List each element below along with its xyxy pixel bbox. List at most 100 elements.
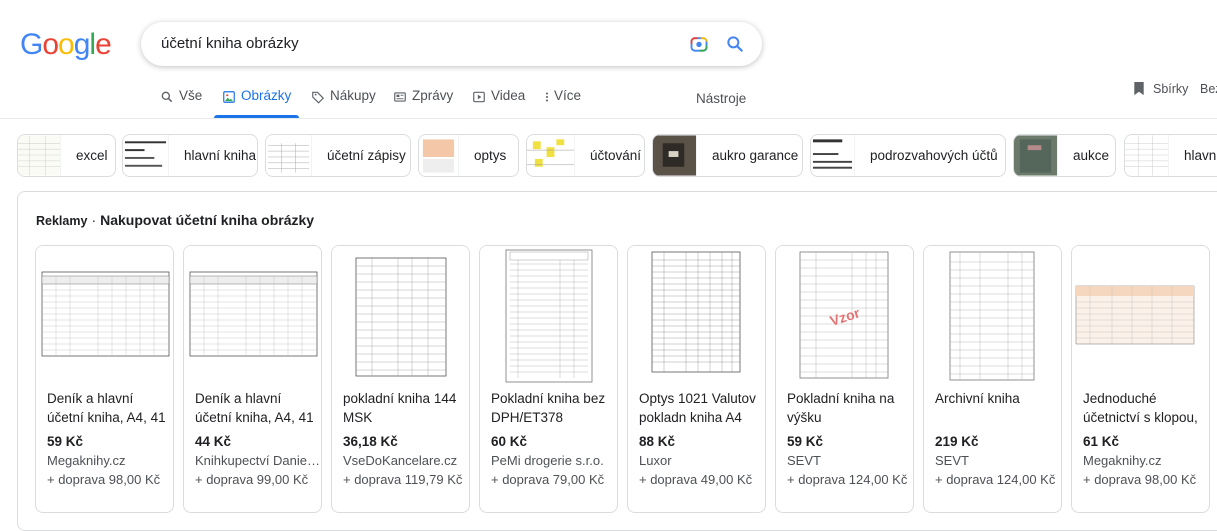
logo-letter: e: [95, 28, 112, 61]
chip-thumbnail: [1014, 135, 1058, 176]
product-card[interactable]: Archivní kniha 219 Kč SEVT + doprava 124…: [923, 245, 1062, 513]
chip-thumbnail: [527, 135, 575, 176]
magnifier-icon[interactable]: [725, 34, 745, 54]
tab-all[interactable]: Vše: [160, 88, 202, 118]
tab-label: Nákupy: [330, 88, 376, 103]
chip-label: aukro garance: [712, 148, 799, 163]
product-price: 36,18 Kč: [343, 434, 398, 449]
tab-label: Videa: [491, 88, 526, 103]
tab-label: Zprávy: [412, 88, 454, 103]
product-image: [36, 246, 173, 385]
product-price: 60 Kč: [491, 434, 528, 449]
chip-hlavni-u[interactable]: hlavní u: [1124, 134, 1217, 177]
logo-letter: g: [73, 28, 91, 61]
news-icon: [394, 92, 406, 102]
product-image: [1072, 246, 1209, 385]
product-shipping: + doprava 119,79 Kč: [343, 472, 463, 487]
product-image: [924, 246, 1061, 385]
chip-ucetni-zapisy[interactable]: účetní zápisy: [265, 134, 411, 177]
chip-thumbnail: [811, 135, 855, 176]
chip-thumbnail: [123, 135, 169, 176]
product-title: Pokladní kniha na výšku: [787, 391, 895, 425]
chip-label: hlavní kniha: [184, 148, 257, 163]
chip-thumbnail: [653, 135, 697, 176]
product-card[interactable]: pokladní kniha 144 MSK 36,18 Kč VseDoKan…: [331, 245, 470, 513]
chip-thumbnail: [266, 135, 312, 176]
product-title: Optys 1021 Valutov pokladn kniha A4: [639, 391, 756, 425]
tag-icon: [312, 91, 325, 104]
tools-button[interactable]: Nástroje: [696, 91, 746, 106]
search-input[interactable]: účetní kniha obrázky: [161, 35, 299, 52]
ads-title: Nakupovat účetní kniha obrázky: [100, 212, 315, 228]
product-card[interactable]: Optys 1021 Valutov pokladn kniha A4 88 K…: [627, 245, 766, 513]
play-icon: [473, 91, 485, 103]
product-card[interactable]: Jednoduché účetnictví s klopou, 61 Kč Me…: [1071, 245, 1210, 513]
search-box[interactable]: účetní kniha obrázky: [141, 22, 762, 66]
product-shipping: + doprava 98,00 Kč: [1083, 472, 1197, 487]
product-title: Deník a hlavní účetní kniha, A4, 41: [195, 391, 314, 425]
chip-label: hlavní u: [1184, 148, 1217, 163]
chip-label: účetní zápisy: [327, 148, 406, 163]
product-seller: Luxor: [639, 453, 672, 468]
product-image: [184, 246, 321, 385]
product-shipping: + doprava 79,00 Kč: [491, 472, 605, 487]
collections-label: Sbírky: [1153, 81, 1189, 96]
product-price: 219 Kč: [935, 434, 979, 449]
product-image: [332, 246, 469, 385]
product-title: Pokladní kniha bez DPH/ET378: [491, 391, 606, 425]
product-seller: PeMi drogerie s.r.o.: [491, 453, 604, 468]
chip-thumbnail: [18, 135, 61, 176]
image-icon: [223, 91, 235, 103]
google-logo[interactable]: Google: [20, 28, 112, 62]
tab-more[interactable]: Více: [543, 88, 581, 118]
camera-lens-icon[interactable]: [689, 34, 709, 54]
product-price: 59 Kč: [47, 434, 84, 449]
tab-images[interactable]: Obrázky: [213, 88, 300, 118]
chip-label: podrozvahových účtů: [870, 148, 998, 163]
bookmark-icon: [1134, 81, 1144, 96]
product-seller: SEVT: [935, 453, 969, 468]
chip-podrozvahovych-uctu[interactable]: podrozvahových účtů: [810, 134, 1006, 177]
chip-optys[interactable]: optys: [418, 134, 519, 177]
safesearch-button[interactable]: Bez: [1200, 82, 1217, 96]
tab-shopping[interactable]: Nákupy: [311, 88, 376, 118]
product-title: pokladní kniha 144 MSK: [343, 391, 457, 425]
product-price: 88 Kč: [639, 434, 676, 449]
chip-thumbnail: [419, 135, 459, 176]
tab-videos[interactable]: Videa: [472, 88, 525, 118]
product-title: Archivní kniha: [935, 391, 1020, 406]
logo-letter: o: [58, 28, 75, 61]
product-shipping: + doprava 124,00 Kč: [935, 472, 1056, 487]
header-divider: [0, 118, 1217, 119]
product-shipping: + doprava 98,00 Kč: [47, 472, 161, 487]
chip-label: účtování: [590, 148, 642, 163]
product-image: Vzor: [776, 246, 913, 385]
more-vert-icon: [545, 92, 549, 102]
product-price: 59 Kč: [787, 434, 824, 449]
product-shipping: + doprava 99,00 Kč: [195, 472, 309, 487]
tab-label: Vše: [179, 88, 203, 103]
chip-aukro-garance[interactable]: aukro garance: [652, 134, 803, 177]
product-title: Deník a hlavní účetní kniha, A4, 41: [47, 391, 166, 425]
product-card[interactable]: Vzor Pokladní kniha na výšku 59 Kč SEVT …: [775, 245, 914, 513]
product-seller: VseDoKancelare.cz: [343, 453, 458, 468]
product-shipping: + doprava 124,00 Kč: [787, 472, 908, 487]
product-card[interactable]: Deník a hlavní účetní kniha, A4, 41 59 K…: [35, 245, 174, 513]
product-seller: Megaknihy.cz: [1083, 453, 1162, 468]
tab-label: Více: [554, 88, 582, 103]
collections-button[interactable]: Sbírky: [1133, 81, 1188, 96]
product-price: 44 Kč: [195, 434, 232, 449]
product-title: Jednoduché účetnictví s klopou,: [1083, 391, 1198, 425]
chip-excel[interactable]: excel: [17, 134, 116, 177]
ads-label: Reklamy: [36, 214, 88, 228]
product-card[interactable]: Pokladní kniha bez DPH/ET378 60 Kč PeMi …: [479, 245, 618, 513]
product-card[interactable]: Deník a hlavní účetní kniha, A4, 41 44 K…: [183, 245, 322, 513]
tab-news[interactable]: Zprávy: [393, 88, 453, 118]
search-icon: [161, 91, 173, 103]
chip-thumbnail: [1125, 135, 1169, 176]
chip-uctovani[interactable]: účtování: [526, 134, 645, 177]
chip-hlavni-kniha[interactable]: hlavní kniha: [122, 134, 258, 177]
product-image: [628, 246, 765, 385]
product-price: 61 Kč: [1083, 434, 1120, 449]
chip-aukce[interactable]: aukce: [1013, 134, 1116, 177]
